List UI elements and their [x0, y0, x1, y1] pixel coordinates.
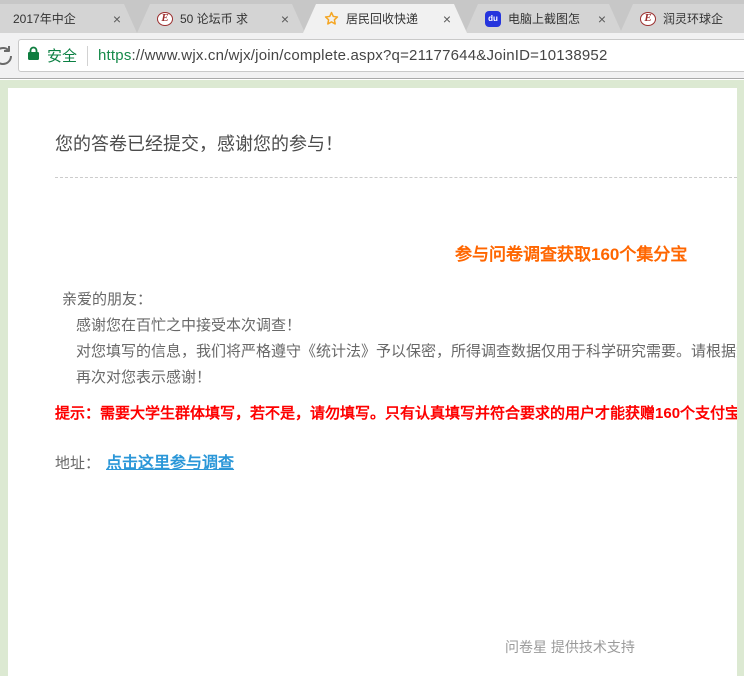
secure-label: 安全: [47, 48, 78, 65]
url-scheme: https: [98, 47, 132, 64]
tab-title: 2017年中企: [13, 12, 76, 26]
tab-title: 电脑上截图怎: [508, 12, 581, 26]
address-line: 地址： 点击这里参与调查: [55, 449, 234, 473]
close-icon[interactable]: ×: [111, 12, 123, 26]
close-icon[interactable]: ×: [441, 12, 453, 26]
footer-credit: 问卷星 提供技术支持: [505, 639, 635, 655]
tab-title: 50 论坛币 求: [180, 12, 249, 26]
address-bar[interactable]: 安全 https://www.wjx.cn/wjx/join/complete.…: [18, 39, 744, 72]
star-icon: [323, 11, 339, 27]
letter-greeting: 亲爱的朋友：: [62, 291, 153, 308]
letter-line: 感谢您在百忙之中接受本次调查！: [76, 317, 302, 334]
url-rest: ://www.wjx.cn/wjx/join/complete.aspx?q=2…: [131, 47, 608, 64]
tab-2017-zhongqi[interactable]: 2017年中企 ×: [0, 4, 137, 33]
lock-icon: [27, 46, 40, 66]
e-forum-icon: E: [157, 11, 173, 27]
submitted-message: 您的答卷已经提交，感谢您的参与！: [55, 134, 343, 154]
dashed-divider: [55, 177, 737, 178]
baidu-icon: du: [485, 11, 501, 27]
tab-jumin-huishou-active[interactable]: 居民回收快递 ×: [303, 4, 467, 33]
browser-window: 2017年中企 × E 50 论坛币 求 × 居民回收快递 × du 电脑上截图…: [0, 0, 744, 676]
address-label: 地址：: [55, 455, 101, 472]
promo-text: 参与问卷调查获取160个集分宝: [455, 245, 688, 264]
letter-line: 对您填写的信息，我们将严格遵守《统计法》予以保密，所得调查数据仅用于科学研究需要…: [76, 343, 737, 360]
tab-title: 润灵环球企: [663, 12, 724, 26]
reload-icon[interactable]: [0, 44, 15, 73]
thank-you-letter: 亲爱的朋友： 感谢您在百忙之中接受本次调查！ 对您填写的信息，我们将严格遵守《统…: [62, 287, 737, 391]
close-icon[interactable]: ×: [596, 12, 608, 26]
browser-toolbar: 安全 https://www.wjx.cn/wjx/join/complete.…: [0, 33, 744, 79]
tab-diannao-jietu[interactable]: du 电脑上截图怎 ×: [465, 4, 622, 33]
warning-text: 提示：需要大学生群体填写，若不是，请勿填写。只有认真填写并符合要求的用户才能获赠…: [55, 405, 737, 422]
letter-line: 再次对您表示感谢！: [76, 369, 212, 386]
tab-title: 居民回收快递: [346, 12, 419, 26]
survey-link[interactable]: 点击这里参与调查: [106, 455, 234, 472]
e-forum-icon: E: [640, 11, 656, 27]
omnibox-divider: [87, 45, 89, 66]
url-text: https://www.wjx.cn/wjx/join/complete.asp…: [98, 47, 607, 64]
close-icon[interactable]: ×: [279, 12, 291, 26]
tab-runling-huanqiu[interactable]: E 润灵环球企 ×: [620, 4, 744, 33]
tab-bar: 2017年中企 × E 50 论坛币 求 × 居民回收快递 × du 电脑上截图…: [0, 0, 744, 33]
survey-complete-card: 您的答卷已经提交，感谢您的参与！ 参与问卷调查获取160个集分宝 亲爱的朋友： …: [8, 88, 737, 676]
tab-luntan-bi[interactable]: E 50 论坛币 求 ×: [137, 4, 305, 33]
page-viewport: 您的答卷已经提交，感谢您的参与！ 参与问卷调查获取160个集分宝 亲爱的朋友： …: [0, 80, 744, 676]
document-icon: [0, 11, 6, 27]
